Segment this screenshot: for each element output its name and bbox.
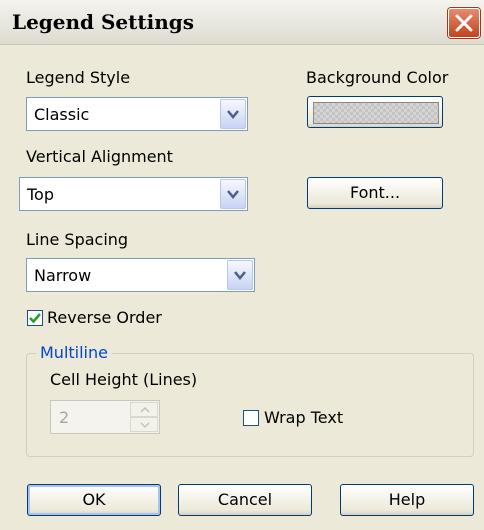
background-color-button[interactable] — [307, 96, 443, 128]
multiline-group-title: Multiline — [36, 343, 112, 362]
close-button[interactable] — [448, 8, 480, 38]
reverse-order-label: Reverse Order — [47, 308, 162, 327]
wrap-text-checkbox[interactable] — [243, 410, 259, 426]
chevron-down-icon — [140, 422, 150, 428]
legend-style-value: Classic — [34, 105, 90, 124]
checkmark-icon — [29, 313, 41, 324]
vertical-alignment-label: Vertical Alignment — [26, 147, 173, 166]
help-button[interactable]: Help — [340, 484, 474, 516]
chevron-down-icon — [227, 190, 239, 199]
vertical-alignment-value: Top — [27, 185, 54, 204]
chevron-down-icon — [227, 110, 239, 119]
reverse-order-checkbox[interactable] — [27, 310, 43, 326]
ok-button[interactable]: OK — [27, 484, 161, 516]
chevron-down-icon — [234, 271, 246, 280]
chevron-up-icon — [140, 407, 150, 413]
cell-height-spinner[interactable]: 2 — [50, 400, 160, 434]
background-color-swatch — [313, 102, 439, 124]
font-button[interactable]: Font... — [307, 177, 443, 209]
cell-height-value: 2 — [59, 408, 70, 427]
dialog-title: Legend Settings — [12, 10, 195, 34]
line-spacing-dropdown-button[interactable] — [227, 260, 253, 290]
line-spacing-dropdown[interactable]: Narrow — [26, 258, 255, 292]
cancel-button[interactable]: Cancel — [178, 484, 312, 516]
spinner-down-button[interactable] — [130, 417, 158, 432]
background-color-label: Background Color — [306, 68, 449, 87]
cell-height-label: Cell Height (Lines) — [50, 370, 198, 389]
title-bar: Legend Settings — [0, 0, 484, 45]
vertical-alignment-dropdown[interactable]: Top — [19, 177, 248, 211]
close-icon — [455, 14, 473, 32]
legend-style-label: Legend Style — [26, 68, 131, 87]
legend-style-dropdown-button[interactable] — [220, 99, 246, 129]
wrap-text-label: Wrap Text — [264, 408, 344, 427]
legend-style-dropdown[interactable]: Classic — [26, 97, 248, 131]
line-spacing-value: Narrow — [34, 266, 92, 285]
spinner-up-button[interactable] — [130, 402, 158, 417]
line-spacing-label: Line Spacing — [26, 230, 129, 249]
vertical-alignment-dropdown-button[interactable] — [220, 179, 246, 209]
